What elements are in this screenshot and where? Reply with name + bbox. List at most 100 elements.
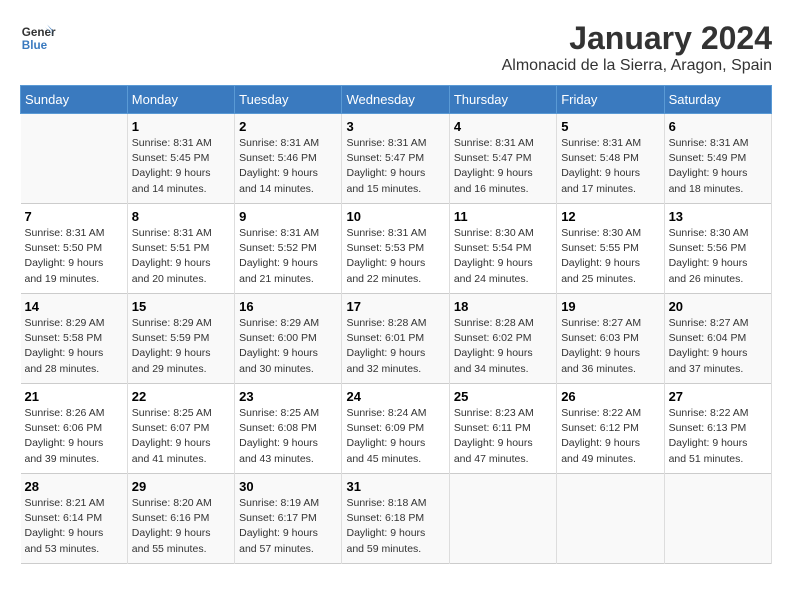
calendar-cell: 3 Sunrise: 8:31 AMSunset: 5:47 PMDaylight… [342, 114, 449, 204]
week-row-2: 7 Sunrise: 8:31 AMSunset: 5:50 PMDaylight… [21, 204, 772, 294]
calendar-cell: 6 Sunrise: 8:31 AMSunset: 5:49 PMDaylight… [664, 114, 771, 204]
day-info: Sunrise: 8:29 AMSunset: 6:00 PMDaylight:… [239, 316, 337, 377]
calendar-cell: 7 Sunrise: 8:31 AMSunset: 5:50 PMDaylight… [21, 204, 128, 294]
day-info: Sunrise: 8:26 AMSunset: 6:06 PMDaylight:… [25, 406, 123, 467]
day-number: 15 [132, 299, 230, 314]
calendar-cell [664, 474, 771, 564]
day-info: Sunrise: 8:31 AMSunset: 5:45 PMDaylight:… [132, 136, 230, 197]
day-number: 7 [25, 209, 123, 224]
day-info: Sunrise: 8:31 AMSunset: 5:51 PMDaylight:… [132, 226, 230, 287]
day-info: Sunrise: 8:31 AMSunset: 5:47 PMDaylight:… [454, 136, 552, 197]
calendar-cell: 8 Sunrise: 8:31 AMSunset: 5:51 PMDaylight… [127, 204, 234, 294]
day-number: 3 [346, 119, 444, 134]
day-info: Sunrise: 8:31 AMSunset: 5:47 PMDaylight:… [346, 136, 444, 197]
day-info: Sunrise: 8:25 AMSunset: 6:07 PMDaylight:… [132, 406, 230, 467]
day-number: 17 [346, 299, 444, 314]
day-info: Sunrise: 8:28 AMSunset: 6:01 PMDaylight:… [346, 316, 444, 377]
calendar-cell: 22 Sunrise: 8:25 AMSunset: 6:07 PMDayligh… [127, 384, 234, 474]
calendar-cell: 24 Sunrise: 8:24 AMSunset: 6:09 PMDayligh… [342, 384, 449, 474]
calendar-cell: 23Sunrise: 8:25 AMSunset: 6:08 PMDayligh… [235, 384, 342, 474]
day-number: 28 [25, 479, 123, 494]
day-info: Sunrise: 8:27 AMSunset: 6:03 PMDaylight:… [561, 316, 659, 377]
calendar-cell: 19Sunrise: 8:27 AMSunset: 6:03 PMDayligh… [557, 294, 664, 384]
calendar-cell: 2 Sunrise: 8:31 AMSunset: 5:46 PMDaylight… [235, 114, 342, 204]
day-number: 26 [561, 389, 659, 404]
day-info: Sunrise: 8:22 AMSunset: 6:12 PMDaylight:… [561, 406, 659, 467]
day-info: Sunrise: 8:31 AMSunset: 5:52 PMDaylight:… [239, 226, 337, 287]
week-row-4: 21 Sunrise: 8:26 AMSunset: 6:06 PMDayligh… [21, 384, 772, 474]
calendar-cell: 1 Sunrise: 8:31 AMSunset: 5:45 PMDaylight… [127, 114, 234, 204]
day-number: 8 [132, 209, 230, 224]
calendar-cell: 13 Sunrise: 8:30 AMSunset: 5:56 PMDayligh… [664, 204, 771, 294]
logo-icon: General Blue [20, 20, 56, 56]
day-number: 24 [346, 389, 444, 404]
calendar-cell [21, 114, 128, 204]
day-number: 11 [454, 209, 552, 224]
day-number: 27 [669, 389, 767, 404]
day-info: Sunrise: 8:31 AMSunset: 5:49 PMDaylight:… [669, 136, 767, 197]
day-info: Sunrise: 8:31 AMSunset: 5:48 PMDaylight:… [561, 136, 659, 197]
calendar-cell [557, 474, 664, 564]
month-year: January 2024 [502, 20, 772, 57]
calendar-cell: 31Sunrise: 8:18 AMSunset: 6:18 PMDayligh… [342, 474, 449, 564]
day-info: Sunrise: 8:22 AMSunset: 6:13 PMDaylight:… [669, 406, 767, 467]
day-number: 21 [25, 389, 123, 404]
weekday-header-wednesday: Wednesday [342, 86, 449, 114]
calendar-cell: 21 Sunrise: 8:26 AMSunset: 6:06 PMDayligh… [21, 384, 128, 474]
day-info: Sunrise: 8:19 AMSunset: 6:17 PMDaylight:… [239, 496, 337, 557]
weekday-header-friday: Friday [557, 86, 664, 114]
weekday-header-sunday: Sunday [21, 86, 128, 114]
day-number: 30 [239, 479, 337, 494]
weekday-header-saturday: Saturday [664, 86, 771, 114]
calendar-cell: 17 Sunrise: 8:28 AMSunset: 6:01 PMDayligh… [342, 294, 449, 384]
day-number: 25 [454, 389, 552, 404]
calendar-cell [449, 474, 556, 564]
day-info: Sunrise: 8:29 AMSunset: 5:59 PMDaylight:… [132, 316, 230, 377]
week-row-1: 1 Sunrise: 8:31 AMSunset: 5:45 PMDaylight… [21, 114, 772, 204]
day-number: 16 [239, 299, 337, 314]
day-info: Sunrise: 8:30 AMSunset: 5:56 PMDaylight:… [669, 226, 767, 287]
page-header: General Blue January 2024 Almonacid de l… [20, 20, 772, 75]
weekday-header-row: SundayMondayTuesdayWednesdayThursdayFrid… [21, 86, 772, 114]
calendar-table: SundayMondayTuesdayWednesdayThursdayFrid… [20, 85, 772, 564]
day-info: Sunrise: 8:27 AMSunset: 6:04 PMDaylight:… [669, 316, 767, 377]
calendar-cell: 14Sunrise: 8:29 AMSunset: 5:58 PMDayligh… [21, 294, 128, 384]
day-info: Sunrise: 8:31 AMSunset: 5:50 PMDaylight:… [25, 226, 123, 287]
day-info: Sunrise: 8:30 AMSunset: 5:54 PMDaylight:… [454, 226, 552, 287]
calendar-cell: 28 Sunrise: 8:21 AMSunset: 6:14 PMDayligh… [21, 474, 128, 564]
calendar-cell: 5Sunrise: 8:31 AMSunset: 5:48 PMDaylight… [557, 114, 664, 204]
day-number: 12 [561, 209, 659, 224]
day-number: 22 [132, 389, 230, 404]
day-info: Sunrise: 8:24 AMSunset: 6:09 PMDaylight:… [346, 406, 444, 467]
calendar-cell: 9 Sunrise: 8:31 AMSunset: 5:52 PMDaylight… [235, 204, 342, 294]
day-number: 1 [132, 119, 230, 134]
day-number: 6 [669, 119, 767, 134]
day-number: 4 [454, 119, 552, 134]
calendar-cell: 29Sunrise: 8:20 AMSunset: 6:16 PMDayligh… [127, 474, 234, 564]
calendar-cell: 30 Sunrise: 8:19 AMSunset: 6:17 PMDayligh… [235, 474, 342, 564]
title-section: January 2024 Almonacid de la Sierra, Ara… [502, 20, 772, 75]
day-number: 2 [239, 119, 337, 134]
calendar-cell: 26 Sunrise: 8:22 AMSunset: 6:12 PMDayligh… [557, 384, 664, 474]
day-info: Sunrise: 8:21 AMSunset: 6:14 PMDaylight:… [25, 496, 123, 557]
day-number: 13 [669, 209, 767, 224]
calendar-cell: 25 Sunrise: 8:23 AMSunset: 6:11 PMDayligh… [449, 384, 556, 474]
weekday-header-monday: Monday [127, 86, 234, 114]
day-info: Sunrise: 8:23 AMSunset: 6:11 PMDaylight:… [454, 406, 552, 467]
calendar-cell: 15 Sunrise: 8:29 AMSunset: 5:59 PMDayligh… [127, 294, 234, 384]
day-info: Sunrise: 8:18 AMSunset: 6:18 PMDaylight:… [346, 496, 444, 557]
calendar-cell: 4 Sunrise: 8:31 AMSunset: 5:47 PMDaylight… [449, 114, 556, 204]
day-info: Sunrise: 8:30 AMSunset: 5:55 PMDaylight:… [561, 226, 659, 287]
day-info: Sunrise: 8:31 AMSunset: 5:53 PMDaylight:… [346, 226, 444, 287]
day-number: 18 [454, 299, 552, 314]
day-number: 9 [239, 209, 337, 224]
calendar-cell: 16 Sunrise: 8:29 AMSunset: 6:00 PMDayligh… [235, 294, 342, 384]
logo: General Blue [20, 20, 56, 56]
day-number: 23 [239, 389, 337, 404]
day-info: Sunrise: 8:28 AMSunset: 6:02 PMDaylight:… [454, 316, 552, 377]
calendar-cell: 20Sunrise: 8:27 AMSunset: 6:04 PMDayligh… [664, 294, 771, 384]
calendar-cell: 27 Sunrise: 8:22 AMSunset: 6:13 PMDayligh… [664, 384, 771, 474]
day-info: Sunrise: 8:29 AMSunset: 5:58 PMDaylight:… [25, 316, 123, 377]
weekday-header-thursday: Thursday [449, 86, 556, 114]
day-info: Sunrise: 8:31 AMSunset: 5:46 PMDaylight:… [239, 136, 337, 197]
